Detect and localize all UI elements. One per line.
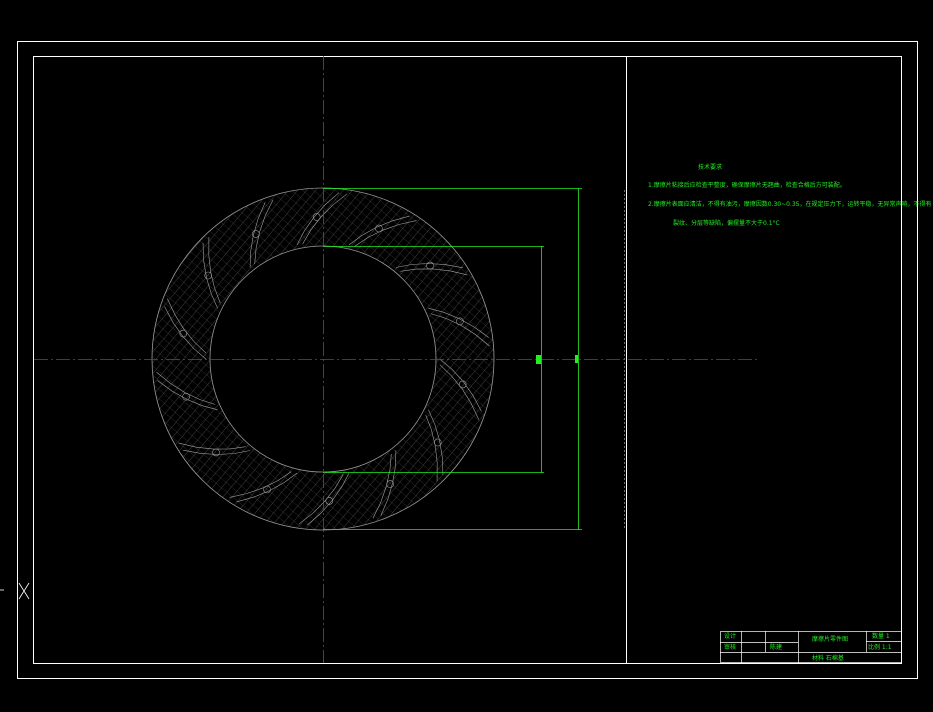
title-check-value: 陈建 xyxy=(770,644,783,651)
tech-requirements-heading: 技术要求 xyxy=(698,164,723,171)
tech-requirements-line-2: 2.摩擦片表面应清洁，不得有油污，摩擦因数0.30~0.35，在规定压力下，运转… xyxy=(648,201,932,208)
title-design-label: 设计 xyxy=(724,633,737,640)
friction-ring xyxy=(150,186,496,532)
tech-requirements-line-1: 1.摩擦片粘接后应检查平整度，确保摩擦片无翘曲，检查合格后方可装配。 xyxy=(648,182,846,189)
cad-drawing-canvas xyxy=(0,41,918,679)
tech-requirements-line-3: 裂纹、分层等缺陷，偏摆量不大于0.1°C xyxy=(673,220,780,227)
title-scale: 比例 1:1 xyxy=(868,644,892,651)
title-check-label: 审核 xyxy=(724,644,737,651)
ucs-icon xyxy=(0,582,30,600)
title-drawing-name: 摩擦片零件图 xyxy=(812,636,849,643)
title-material: 材料 石棉基 xyxy=(812,655,844,662)
title-quantity: 数量 1 xyxy=(872,633,890,640)
